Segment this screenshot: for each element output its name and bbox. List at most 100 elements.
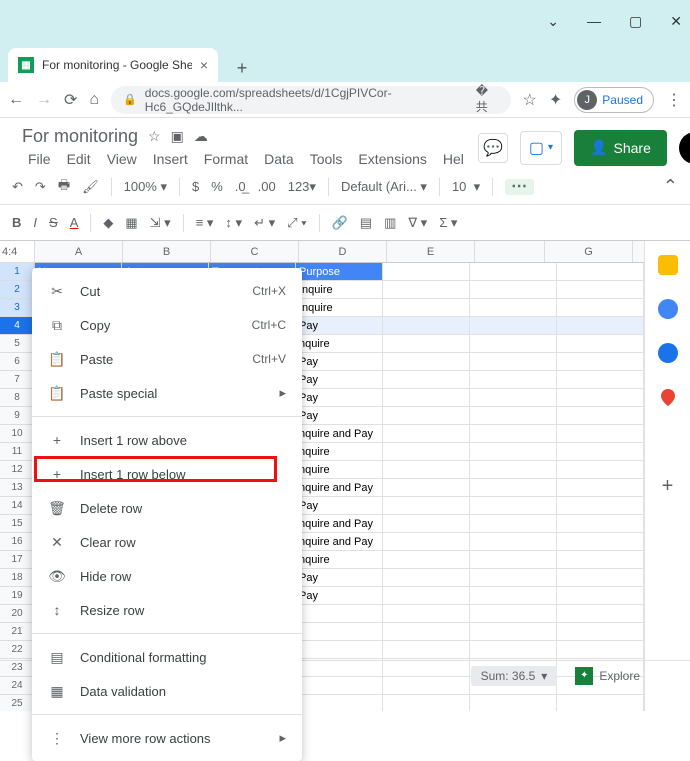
browser-tab[interactable]: ▦ For monitoring - Google Sheets × (8, 48, 218, 82)
ctx-paste[interactable]: 📋PasteCtrl+V (32, 342, 302, 376)
name-box[interactable]: 4:4 (0, 241, 35, 263)
ctx-data-validation[interactable]: ▦Data validation (32, 674, 302, 708)
cut-icon: ✂ (48, 283, 66, 300)
row-headers[interactable]: 1234567891011121314151617181920212223242… (0, 263, 35, 711)
tab-close-icon[interactable]: × (200, 57, 208, 73)
undo-icon[interactable]: ↶ (12, 179, 23, 195)
redo-icon[interactable]: ↷ (35, 179, 46, 195)
cloud-status-icon[interactable]: ☁ (194, 128, 208, 145)
close-button[interactable]: ✕ (670, 13, 682, 30)
move-icon[interactable]: ▣ (171, 128, 184, 145)
profile-chip[interactable]: J Paused (574, 87, 654, 113)
ctx-clear-row[interactable]: ✕Clear row (32, 525, 302, 559)
ctx-insert-below[interactable]: +Insert 1 row below (32, 457, 302, 491)
address-bar[interactable]: 🔒 docs.google.com/spreadsheets/d/1CgjPIV… (111, 86, 510, 114)
resize-icon: ↕ (48, 602, 66, 618)
menu-file[interactable]: File (22, 149, 57, 169)
font-size-select[interactable]: 10 ▾ (452, 179, 480, 195)
chart-icon[interactable]: ▥ (384, 215, 396, 231)
ctx-conditional-formatting[interactable]: ▤Conditional formatting (32, 640, 302, 674)
collapse-toolbar-icon[interactable]: ⌃ (663, 176, 678, 197)
italic-button[interactable]: I (33, 215, 37, 230)
column-headers[interactable]: ABCDEG (35, 241, 644, 263)
menu-insert[interactable]: Insert (147, 149, 194, 169)
submenu-arrow-icon: ▸ (279, 730, 286, 746)
merge-cells-icon[interactable]: ⇲ ▾ (150, 215, 171, 231)
account-avatar[interactable]: ✦ (679, 132, 690, 164)
ctx-cut[interactable]: ✂CutCtrl+X (32, 274, 302, 308)
comment-icon[interactable]: ▤ (360, 215, 372, 231)
ctx-paste-special[interactable]: 📋Paste special▸ (32, 376, 302, 410)
number-format-button[interactable]: 123▾ (288, 179, 316, 195)
borders-icon[interactable]: ▦ (125, 215, 137, 231)
menu-data[interactable]: Data (258, 149, 300, 169)
ctx-insert-above[interactable]: +Insert 1 row above (32, 423, 302, 457)
menu-help[interactable]: Hel (437, 149, 470, 169)
comment-history-icon[interactable]: 💬 (478, 133, 508, 163)
new-tab-button[interactable]: + (228, 54, 256, 82)
copy-icon: ⧉ (48, 317, 66, 334)
cond-fmt-icon: ▤ (48, 649, 66, 666)
toolbar-row-1: ↶ ↷ 🖶 🖌 100% ▾ $ % .0̲ .00 123▾ Default … (0, 169, 690, 205)
avatar-icon: J (577, 90, 597, 110)
increase-decimal-button[interactable]: .00 (258, 179, 276, 194)
extensions-icon[interactable]: ✦ (549, 90, 562, 110)
ctx-hide-row[interactable]: 👁Hide row (32, 559, 302, 593)
ctx-more-actions[interactable]: ⋮View more row actions▸ (32, 721, 302, 755)
wrap-icon[interactable]: ↵ ▾ (254, 215, 275, 231)
row-context-menu: ✂CutCtrl+X ⧉CopyCtrl+C 📋PasteCtrl+V 📋Pas… (32, 268, 302, 761)
sum-chip[interactable]: Sum: 36.5▾ (471, 666, 558, 686)
paint-format-icon[interactable]: 🖌 (82, 179, 99, 195)
max-button[interactable]: ▢ (629, 13, 642, 30)
contacts-icon[interactable] (658, 343, 678, 363)
zoom-control[interactable]: 100% ▾ (124, 179, 167, 195)
percent-button[interactable]: % (211, 179, 223, 194)
ctx-copy[interactable]: ⧉CopyCtrl+C (32, 308, 302, 342)
menu-edit[interactable]: Edit (61, 149, 97, 169)
menu-extensions[interactable]: Extensions (352, 149, 432, 169)
share-button[interactable]: 👤Share (574, 130, 667, 166)
bold-button[interactable]: B (12, 215, 21, 230)
side-panel: + (644, 241, 690, 711)
explore-button[interactable]: ✦Explore (575, 667, 640, 685)
minimize-icon[interactable]: ⌄ (547, 13, 559, 30)
rotate-icon[interactable]: ⤢ ▾ (287, 215, 306, 231)
addons-plus-icon[interactable]: + (662, 475, 674, 498)
print-icon[interactable]: 🖶 (58, 176, 70, 198)
bookmark-icon[interactable]: ☆ (523, 90, 537, 110)
keep-icon[interactable] (658, 255, 678, 275)
home-icon[interactable]: ⌂ (89, 91, 99, 109)
share-url-icon[interactable]: �共 (476, 84, 499, 115)
decrease-decimal-button[interactable]: .0̲ (235, 179, 246, 194)
reload-icon[interactable]: ⟳ (64, 90, 77, 110)
v-align-icon[interactable]: ↕ ▾ (225, 215, 242, 231)
currency-button[interactable]: $ (192, 179, 199, 194)
paste-special-icon: 📋 (48, 385, 66, 402)
ctx-delete-row[interactable]: 🗑Delete row (32, 491, 302, 525)
font-select[interactable]: Default (Ari... ▾ (341, 179, 427, 195)
doc-title[interactable]: For monitoring (22, 126, 138, 147)
star-icon[interactable]: ☆ (148, 128, 161, 145)
menu-view[interactable]: View (101, 149, 143, 169)
more-tools-button[interactable]: ⋯ (505, 179, 534, 195)
tasks-icon[interactable] (658, 299, 678, 319)
functions-icon[interactable]: Σ ▾ (439, 215, 457, 231)
fill-color-icon[interactable]: ◆ (103, 215, 113, 231)
menu-format[interactable]: Format (198, 149, 254, 169)
min-button[interactable]: — (587, 13, 601, 29)
maps-icon[interactable] (658, 387, 678, 407)
text-color-button[interactable]: A (70, 215, 79, 230)
lock-icon: 🔒 (123, 93, 137, 106)
ctx-resize-row[interactable]: ↕Resize row (32, 593, 302, 627)
present-button[interactable]: ▢▾ (520, 131, 562, 165)
menu-tools[interactable]: Tools (304, 149, 349, 169)
h-align-icon[interactable]: ≡ ▾ (196, 215, 214, 231)
strikethrough-button[interactable]: S (49, 215, 58, 230)
link-icon[interactable]: 🔗 (332, 215, 348, 231)
tab-title: For monitoring - Google Sheets (42, 58, 192, 72)
filter-icon[interactable]: ∇ ▾ (408, 215, 427, 231)
paste-icon: 📋 (48, 351, 66, 368)
hide-icon: 👁 (48, 568, 66, 585)
back-icon[interactable]: ← (8, 91, 24, 109)
kebab-menu-icon[interactable]: ⋮ (666, 90, 682, 110)
